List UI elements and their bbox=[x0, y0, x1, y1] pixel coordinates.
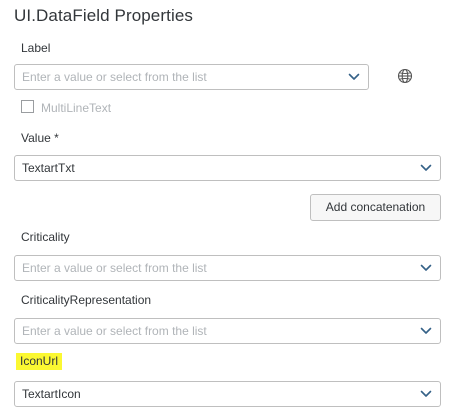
icon-url-combobox[interactable]: TextartIcon bbox=[14, 381, 441, 407]
add-concatenation-button[interactable]: Add concatenation bbox=[310, 194, 441, 221]
chevron-down-icon[interactable] bbox=[420, 264, 432, 272]
icon-url-combobox-value: TextartIcon bbox=[22, 387, 81, 401]
value-combobox-value: TextartTxt bbox=[22, 161, 75, 175]
label-combobox-placeholder: Enter a value or select from the list bbox=[22, 70, 207, 84]
chevron-down-icon[interactable] bbox=[420, 390, 432, 398]
icon-url-field-caption: IconUrl bbox=[16, 353, 63, 370]
criticality-representation-field-caption: CriticalityRepresentation bbox=[21, 293, 152, 307]
panel-title: UI.DataField Properties bbox=[14, 6, 193, 25]
criticality-combobox[interactable]: Enter a value or select from the list bbox=[14, 255, 441, 281]
globe-icon[interactable] bbox=[397, 68, 413, 84]
criticality-representation-combobox[interactable]: Enter a value or select from the list bbox=[14, 318, 441, 344]
value-field-caption: Value * bbox=[21, 131, 59, 145]
multiline-text-checkbox[interactable] bbox=[21, 100, 34, 113]
chevron-down-icon[interactable] bbox=[420, 164, 432, 172]
criticality-combobox-placeholder: Enter a value or select from the list bbox=[22, 261, 207, 275]
multiline-text-label: MultiLineText bbox=[41, 101, 112, 115]
chevron-down-icon[interactable] bbox=[348, 73, 360, 81]
label-combobox[interactable]: Enter a value or select from the list bbox=[14, 64, 369, 90]
criticality-field-caption: Criticality bbox=[21, 230, 70, 244]
criticality-representation-combobox-placeholder: Enter a value or select from the list bbox=[22, 324, 207, 338]
chevron-down-icon[interactable] bbox=[420, 327, 432, 335]
label-field-caption: Label bbox=[21, 41, 51, 55]
value-combobox[interactable]: TextartTxt bbox=[14, 155, 441, 181]
